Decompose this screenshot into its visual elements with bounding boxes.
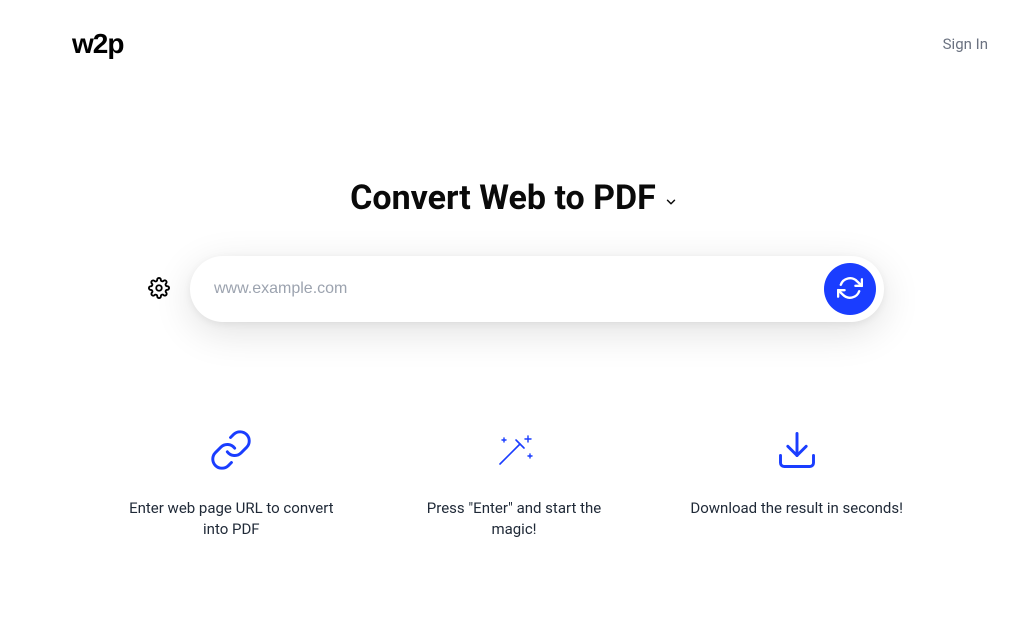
logo[interactable]: w2p [72, 28, 123, 60]
refresh-icon [837, 275, 863, 304]
title-dropdown[interactable]: Convert Web to PDF [350, 178, 678, 218]
url-input[interactable] [214, 263, 824, 315]
url-input-container [190, 256, 884, 322]
feature-text: Press "Enter" and start the magic! [404, 498, 624, 540]
chevron-down-icon [664, 195, 678, 209]
feature-text: Download the result in seconds! [690, 498, 903, 519]
feature-step-2: Press "Enter" and start the magic! [393, 426, 636, 540]
settings-button[interactable] [144, 273, 174, 306]
gear-icon [148, 277, 170, 302]
convert-button[interactable] [824, 263, 876, 315]
link-icon [209, 426, 253, 474]
feature-step-1: Enter web page URL to convert into PDF [110, 426, 353, 540]
sign-in-link[interactable]: Sign In [943, 35, 988, 53]
magic-wand-icon [490, 426, 538, 474]
page-title: Convert Web to PDF [350, 178, 656, 218]
feature-text: Enter web page URL to convert into PDF [121, 498, 341, 540]
feature-step-3: Download the result in seconds! [675, 426, 918, 540]
download-icon [775, 426, 819, 474]
